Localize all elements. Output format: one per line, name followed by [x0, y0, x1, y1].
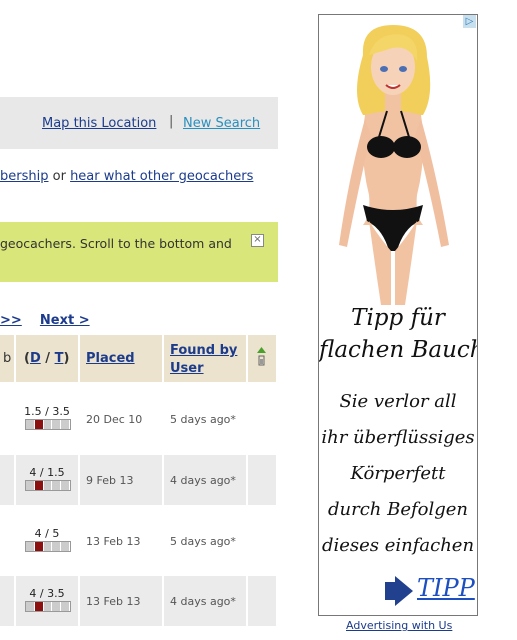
sort-difficulty-link[interactable]: D	[30, 351, 41, 366]
placed-date: 13 Feb 13	[86, 535, 141, 548]
placed-date: 9 Feb 13	[86, 474, 134, 487]
favorites-meter-icon	[25, 480, 71, 491]
meter-segment	[52, 420, 62, 429]
meter-segment	[52, 481, 62, 490]
meter-segment	[43, 481, 53, 490]
found-date: 4 days ago*	[170, 474, 236, 487]
new-search-link[interactable]: New Search	[183, 116, 260, 131]
row-cell-found: 4 days ago*	[164, 455, 246, 505]
meter-segment	[61, 420, 70, 429]
ad-cta-link[interactable]: TIPP	[417, 574, 475, 602]
header-dt-slash: /	[40, 351, 55, 366]
row-cell-icon	[248, 576, 276, 626]
pager-next-link[interactable]: Next >	[40, 313, 90, 328]
row-cell-placed: 13 Feb 13	[80, 516, 162, 566]
header-cell-dt: (D / T)	[16, 335, 78, 382]
meter-segment	[43, 542, 53, 551]
membership-link[interactable]: bership	[0, 169, 48, 184]
row-cell-dt: 4 / 3.5	[16, 576, 78, 626]
header-dt-close: )	[63, 351, 70, 366]
favorites-meter-icon	[25, 541, 71, 552]
advertising-with-us-link[interactable]: Advertising with Us	[346, 619, 452, 632]
meter-segment	[34, 481, 44, 490]
found-date: 5 days ago*	[170, 535, 236, 548]
meter-segment	[26, 481, 35, 490]
row-cell-b	[0, 576, 14, 626]
placed-date: 20 Dec 10	[86, 413, 143, 426]
sort-arrow-icon[interactable]	[257, 347, 266, 367]
info-connector: or	[48, 169, 71, 184]
sort-placed-link[interactable]: Placed	[86, 351, 135, 366]
header-b-text: b	[3, 351, 12, 366]
meter-segment	[34, 542, 44, 551]
ad-body-line: ihr überflüssiges	[321, 427, 475, 448]
meter-segment	[61, 542, 70, 551]
toolbar-separator: |	[169, 114, 174, 129]
row-cell-placed: 9 Feb 13	[80, 455, 162, 505]
dt-rating-text: 4 / 3.5	[29, 587, 65, 600]
arrow-right-icon	[385, 576, 413, 606]
sort-found-link[interactable]: Found by User	[170, 342, 240, 378]
row-cell-b	[0, 455, 14, 505]
found-date: 4 days ago*	[170, 595, 236, 608]
favorites-meter-icon	[25, 601, 71, 612]
map-this-location-link[interactable]: Map this Location	[42, 116, 156, 131]
ad-headline-1: Tipp für	[351, 305, 445, 331]
found-date: 5 days ago*	[170, 413, 236, 426]
ad-choices-icon[interactable]: ▷	[463, 15, 476, 28]
hear-geocachers-link[interactable]: hear what other geocachers	[70, 169, 253, 184]
meter-segment	[26, 542, 35, 551]
dt-rating-text: 1.5 / 3.5	[24, 405, 70, 418]
notice-banner	[0, 222, 278, 282]
row-cell-placed: 20 Dec 10	[80, 394, 162, 444]
advertisement-banner[interactable]: Tipp für flachen Bauch Sie verlor all ihr…	[318, 14, 478, 616]
meter-segment	[61, 602, 70, 611]
row-cell-found: 5 days ago*	[164, 394, 246, 444]
info-line: bership or hear what other geocachers	[0, 169, 253, 184]
row-cell-dt: 4 / 5	[16, 516, 78, 566]
dt-rating-text: 4 / 1.5	[29, 466, 65, 479]
close-icon[interactable]: ×	[251, 234, 264, 247]
row-cell-found: 5 days ago*	[164, 516, 246, 566]
ad-figure-illustration	[339, 25, 449, 305]
meter-segment	[26, 602, 35, 611]
row-cell-icon	[248, 455, 276, 505]
ad-body-line: dieses einfachen	[321, 535, 475, 556]
row-cell-b	[0, 516, 14, 566]
header-cell-b: b	[0, 335, 14, 382]
dt-rating-text: 4 / 5	[34, 527, 60, 540]
row-cell-b	[0, 394, 14, 444]
row-cell-dt: 1.5 / 3.5	[16, 394, 78, 444]
meter-segment	[34, 420, 44, 429]
row-cell-placed: 13 Feb 13	[80, 576, 162, 626]
row-cell-icon	[248, 394, 276, 444]
row-cell-found: 4 days ago*	[164, 576, 246, 626]
notice-text: geocachers. Scroll to the bottom and	[0, 236, 232, 251]
meter-segment	[34, 602, 44, 611]
header-cell-found: Found by User	[164, 335, 246, 382]
meter-segment	[61, 481, 70, 490]
pager: >> Next >	[0, 313, 90, 328]
favorites-meter-icon	[25, 419, 71, 430]
placed-date: 13 Feb 13	[86, 595, 141, 608]
pager-prev-link[interactable]: >>	[0, 313, 22, 328]
header-cell-placed: Placed	[80, 335, 162, 382]
row-cell-dt: 4 / 1.5	[16, 455, 78, 505]
meter-segment	[26, 420, 35, 429]
ad-headline-2: flachen Bauch	[319, 337, 478, 363]
meter-segment	[52, 542, 62, 551]
header-dt: (D / T)	[24, 351, 69, 366]
meter-segment	[43, 602, 53, 611]
ad-body-line: durch Befolgen	[327, 499, 469, 520]
row-cell-icon	[248, 516, 276, 566]
meter-segment	[52, 602, 62, 611]
header-cell-icon	[248, 335, 276, 382]
meter-segment	[43, 420, 53, 429]
ad-body-line: Körperfett	[350, 463, 446, 484]
ad-body-line: Sie verlor all	[339, 391, 457, 412]
